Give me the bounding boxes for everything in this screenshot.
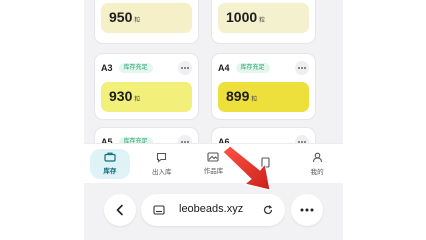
back-button[interactable]	[104, 194, 136, 226]
inventory-card[interactable]: 950 粒	[94, 0, 199, 44]
tab-label: 库存	[103, 167, 117, 175]
color-code: A3	[101, 63, 113, 73]
address-bar[interactable]: leobeads.xyz	[141, 194, 285, 226]
status-badge: 库存充足	[118, 63, 153, 73]
obscured-icon	[261, 156, 270, 168]
app-screen: 950 粒 1000 粒 A3 库存充足 930 粒 A4 库存充足 899 粒	[84, 0, 343, 240]
count-box: 950 粒	[101, 3, 192, 33]
gallery-icon	[207, 152, 220, 162]
count-box: 899 粒	[218, 82, 309, 112]
browser-toolbar: leobeads.xyz	[84, 183, 343, 240]
count-unit: 粒	[134, 96, 141, 103]
page-settings-icon[interactable]	[153, 205, 165, 215]
color-code: A4	[218, 63, 230, 73]
count-unit: 粒	[259, 17, 266, 24]
more-icon	[300, 208, 314, 212]
reload-icon[interactable]	[262, 204, 274, 216]
count-value: 1000	[226, 9, 258, 25]
more-button[interactable]	[295, 61, 309, 75]
inventory-card[interactable]: A3 库存充足 930 粒	[94, 53, 199, 120]
status-badge: 库存充足	[235, 63, 270, 73]
count-unit: 粒	[134, 17, 141, 24]
inventory-card[interactable]: 1000 粒	[211, 0, 316, 44]
count-value: 930	[109, 88, 133, 104]
tab-profile[interactable]: 我的	[291, 144, 343, 183]
tab-label: 我的	[310, 167, 324, 176]
count-box: 1000 粒	[218, 3, 309, 33]
tab-obscured[interactable]	[239, 144, 291, 183]
tab-label: 作品库	[203, 167, 224, 175]
profile-icon	[312, 152, 322, 162]
tab-gallery[interactable]: 作品库	[188, 144, 240, 183]
count-value: 950	[109, 9, 133, 25]
tab-label: 出入库	[151, 167, 172, 176]
count-box: 930 粒	[101, 82, 192, 112]
tab-stock-io[interactable]: 出入库	[136, 144, 188, 183]
url-text: leobeads.xyz	[179, 203, 244, 215]
count-value: 899	[226, 88, 250, 104]
tab-inventory[interactable]: 库存	[84, 144, 136, 183]
inventory-card[interactable]: A4 库存充足 899 粒	[211, 53, 316, 120]
chevron-left-icon	[116, 204, 123, 216]
inventory-icon	[104, 152, 116, 162]
more-button[interactable]	[178, 61, 192, 75]
bottom-tab-bar: 库存 出入库 作品库 我的	[84, 143, 343, 183]
stock-io-icon	[157, 152, 167, 163]
more-menu-button[interactable]	[291, 194, 323, 226]
count-unit: 粒	[251, 96, 258, 103]
